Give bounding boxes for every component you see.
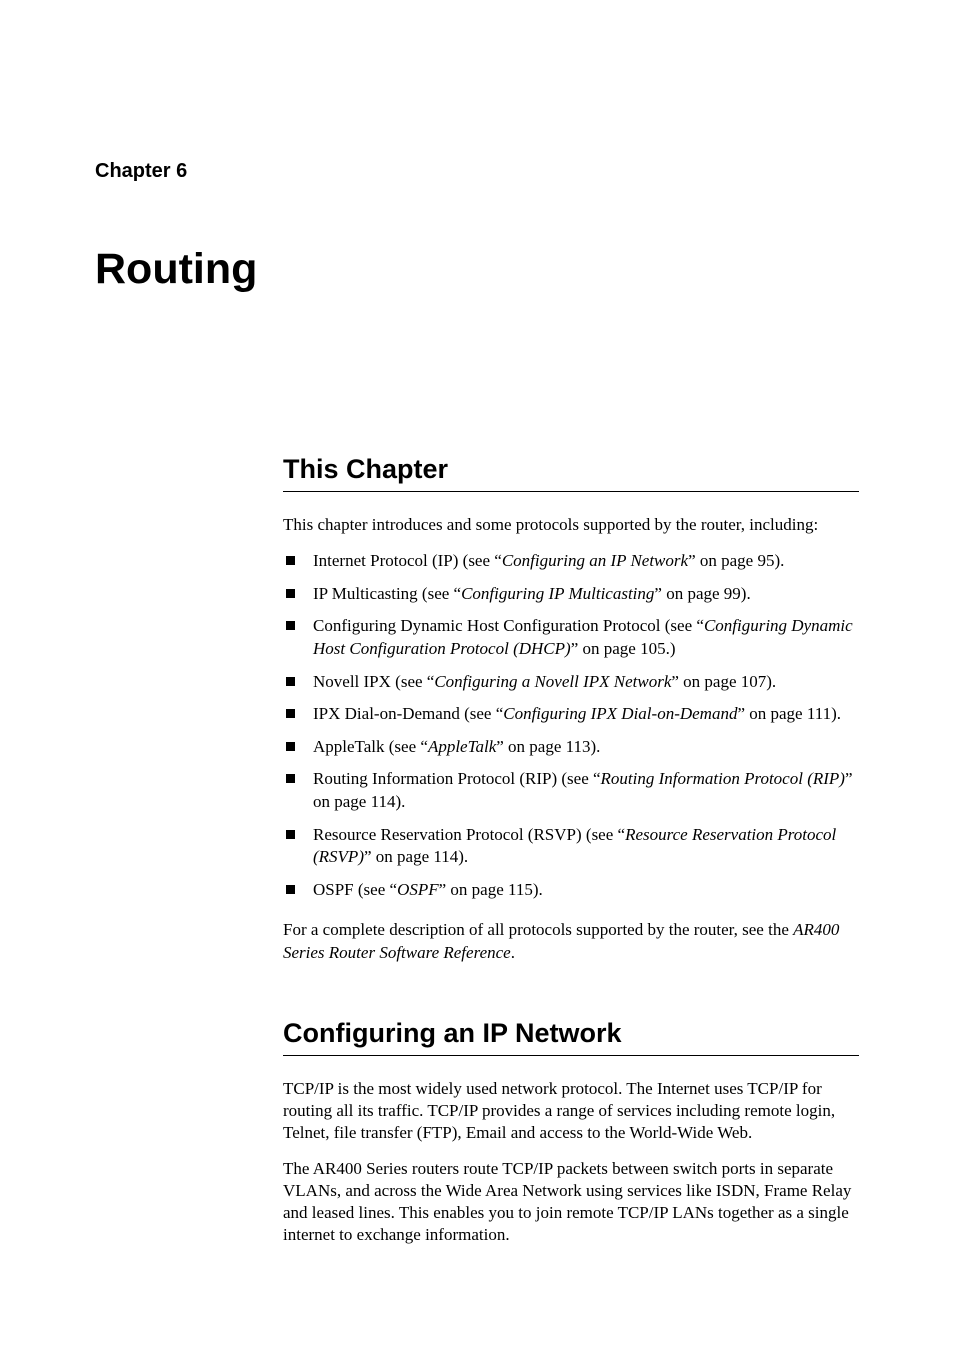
list-text-post: ” on page 115). (439, 880, 543, 899)
section-heading-configuring-ip: Configuring an IP Network (283, 1018, 859, 1056)
outro-paragraph: For a complete description of all protoc… (283, 919, 859, 963)
bullet-icon (286, 589, 295, 598)
section2-para2: The AR400 Series routers route TCP/IP pa… (283, 1158, 859, 1246)
list-text-pre: Configuring Dynamic Host Configuration P… (313, 616, 704, 635)
list-text-post: ” on page 114). (364, 847, 468, 866)
page: Chapter 6 Routing This Chapter This chap… (0, 0, 954, 1351)
chapter-label: Chapter 6 (95, 160, 859, 183)
list-text-post: ” on page 113). (496, 737, 600, 756)
list-text-post: ” on page 111). (737, 704, 841, 723)
list-text-pre: IP Multicasting (see “ (313, 584, 461, 603)
list-text-post: ” on page 105.) (571, 639, 676, 658)
list-item: IP Multicasting (see “Configuring IP Mul… (283, 583, 859, 606)
body-column: This Chapter This chapter introduces and… (283, 454, 859, 1246)
list-text-post: ” on page 99). (654, 584, 750, 603)
list-text-em: Routing Information Protocol (RIP) (601, 769, 845, 788)
list-text-em: Configuring IP Multicasting (461, 584, 654, 603)
list-text-pre: Internet Protocol (IP) (see “ (313, 551, 502, 570)
list-text-pre: AppleTalk (see “ (313, 737, 428, 756)
list-text-em: Configuring IPX Dial-on-Demand (503, 704, 737, 723)
bullet-icon (286, 621, 295, 630)
list-text-pre: OSPF (see “ (313, 880, 397, 899)
bullet-icon (286, 774, 295, 783)
list-text-post: ” on page 107). (671, 672, 776, 691)
list-text-pre: Resource Reservation Protocol (RSVP) (se… (313, 825, 625, 844)
bullet-icon (286, 830, 295, 839)
outro-pre: For a complete description of all protoc… (283, 920, 793, 939)
list-text-pre: IPX Dial-on-Demand (see “ (313, 704, 503, 723)
list-item: AppleTalk (see “AppleTalk” on page 113). (283, 736, 859, 759)
protocol-list: Internet Protocol (IP) (see “Configuring… (283, 550, 859, 901)
list-text-em: OSPF (397, 880, 439, 899)
outro-post: . (511, 943, 515, 962)
section-heading-this-chapter: This Chapter (283, 454, 859, 492)
bullet-icon (286, 677, 295, 686)
list-text-pre: Novell IPX (see “ (313, 672, 434, 691)
chapter-title: Routing (95, 245, 859, 294)
bullet-icon (286, 742, 295, 751)
list-text-post: ” on page 95). (688, 551, 784, 570)
list-text-em: Configuring a Novell IPX Network (434, 672, 671, 691)
list-item: Novell IPX (see “Configuring a Novell IP… (283, 671, 859, 694)
list-item: Routing Information Protocol (RIP) (see … (283, 768, 859, 813)
list-item: Configuring Dynamic Host Configuration P… (283, 615, 859, 660)
list-text-em: Configuring an IP Network (502, 551, 688, 570)
bullet-icon (286, 556, 295, 565)
list-item: IPX Dial-on-Demand (see “Configuring IPX… (283, 703, 859, 726)
intro-paragraph: This chapter introduces and some protoco… (283, 514, 859, 536)
list-item: Resource Reservation Protocol (RSVP) (se… (283, 824, 859, 869)
list-item: OSPF (see “OSPF” on page 115). (283, 879, 859, 902)
bullet-icon (286, 709, 295, 718)
list-text-em: AppleTalk (428, 737, 496, 756)
list-item: Internet Protocol (IP) (see “Configuring… (283, 550, 859, 573)
bullet-icon (286, 885, 295, 894)
section2-para1: TCP/IP is the most widely used network p… (283, 1078, 859, 1144)
list-text-pre: Routing Information Protocol (RIP) (see … (313, 769, 601, 788)
